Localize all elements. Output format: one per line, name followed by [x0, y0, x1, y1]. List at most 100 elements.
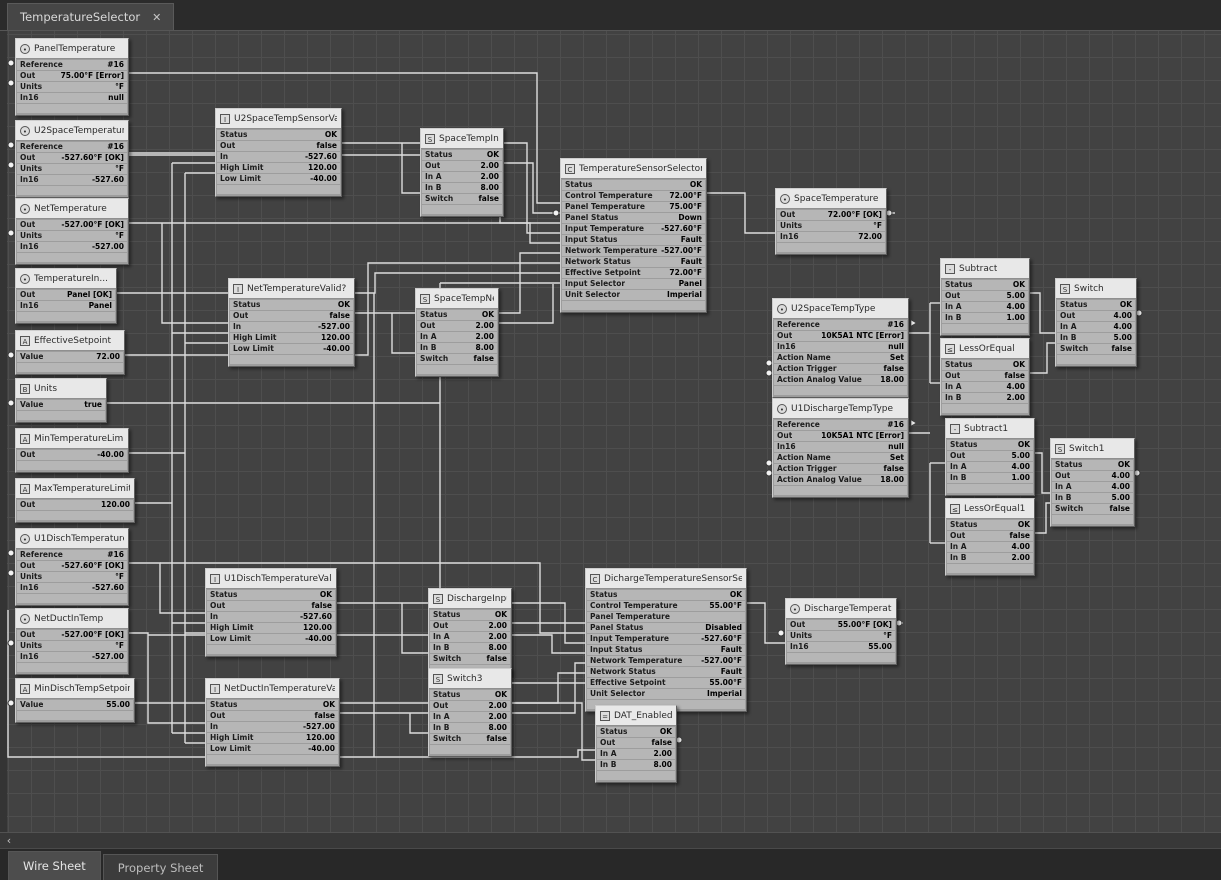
block-header[interactable]: SSpaceTempNet...: [416, 289, 498, 309]
block-max-temperature-limit[interactable]: AMaxTemperatureLimitOut120.00: [15, 478, 135, 523]
block-units[interactable]: BUnitsValuetrue: [15, 378, 107, 423]
block-space-temp-net[interactable]: SSpaceTempNet...StatusOKOut2.00In A2.00I…: [415, 288, 499, 377]
block-header[interactable]: AMinTemperatureLimit: [16, 429, 128, 449]
block-header[interactable]: CDichargeTemperatureSensorSelector: [586, 569, 746, 589]
block-header[interactable]: INetDuctInTemperatureValid?/: [206, 679, 339, 699]
block-effective-setpoint[interactable]: AEffectiveSetpointValue72.00: [15, 330, 125, 375]
block-dat-enabled[interactable]: =DAT_EnabledStatusOKOutfalseIn A2.00In B…: [595, 705, 677, 783]
block-net-temperature-valid[interactable]: INetTemperatureValid?StatusOKOutfalseIn-…: [228, 278, 355, 367]
slot-label: Units: [20, 641, 42, 651]
block-header[interactable]: IU2SpaceTempSensorValid?: [216, 109, 341, 129]
slot-row: Switchfalse: [417, 354, 497, 364]
slot-row: In A4.00: [1057, 322, 1135, 332]
slot-row: Out10K5A1 NTC [Error]: [774, 431, 907, 441]
horizontal-scrollbar[interactable]: ‹: [0, 832, 1221, 849]
block-less-or-equal[interactable]: ≤LessOrEqualStatusOKOutfalseIn A4.00In B…: [940, 338, 1030, 416]
slot-value: 5.00: [1113, 333, 1132, 343]
block-temperature-sensor-selector[interactable]: CTemperatureSensorSelectorStatusOKContro…: [560, 158, 707, 313]
slot-label: Input Temperature: [565, 224, 644, 234]
block-u2-space-temp-sensor-valid[interactable]: IU2SpaceTempSensorValid?StatusOKOutfalse…: [215, 108, 342, 197]
slot-row: Switchfalse: [430, 734, 510, 744]
slot-row: Low Limit-40.00: [230, 344, 353, 354]
slot-row: StatusOK: [417, 310, 497, 320]
block-title: U1DischTemperatureValid?: [224, 574, 332, 584]
block-net-temperature[interactable]: •NetTemperatureOut-527.00°F [OK]Units°FI…: [15, 198, 129, 265]
slot-row: In-527.60: [217, 152, 340, 162]
block-header[interactable]: •NetDuctInTemp: [16, 609, 128, 629]
block-title: U1DischargeTempType: [791, 404, 893, 414]
slot-value: 55.00°F: [709, 678, 742, 688]
block-header[interactable]: •NetTemperature: [16, 199, 128, 219]
block-temperature-in[interactable]: •TemperatureIn...OutPanel [OK]In16Panel: [15, 268, 117, 324]
slot-label: In B: [950, 553, 966, 563]
block-header[interactable]: SSpaceTempInp...: [421, 129, 503, 149]
block-header[interactable]: AMaxTemperatureLimit: [16, 479, 134, 499]
block-space-temperature[interactable]: •SpaceTemperatureOut72.00°F [OK]Units°FI…: [775, 188, 887, 255]
block-switch3[interactable]: SSwitch3StatusOKOut2.00In A2.00In B8.00S…: [428, 668, 512, 757]
block-header[interactable]: AEffectiveSetpoint: [16, 331, 124, 351]
block-space-temp-inp[interactable]: SSpaceTempInp...StatusOKOut2.00In A2.00I…: [420, 128, 504, 217]
block-header[interactable]: •TemperatureIn...: [16, 269, 116, 289]
block-header[interactable]: •U1DischTemperature: [16, 529, 128, 549]
block-header[interactable]: •U2SpaceTemperature: [16, 121, 128, 141]
block-u1-disch-temperature[interactable]: •U1DischTemperatureReference#16Out-527.6…: [15, 528, 129, 606]
block-panel-temperature[interactable]: •PanelTemperatureReference#16Out75.00°F …: [15, 38, 129, 116]
block-discharge-temperature[interactable]: •DischargeTemperatureOut55.00°F [OK]Unit…: [785, 598, 897, 665]
block-header[interactable]: -Subtract: [941, 259, 1029, 279]
block-title: U1DischTemperature: [34, 534, 124, 544]
block-net-duct-in-temperature-valid[interactable]: INetDuctInTemperatureValid?/StatusOKOutf…: [205, 678, 340, 767]
block-subtract1[interactable]: -Subtract1StatusOKOut5.00In A4.00In B1.0…: [945, 418, 1035, 496]
block-header[interactable]: INetTemperatureValid?: [229, 279, 354, 299]
slot-row: In-527.00: [230, 322, 353, 332]
block-header[interactable]: SSwitch: [1056, 279, 1136, 299]
block-header[interactable]: SSwitch1: [1051, 439, 1134, 459]
slot-label: In16: [20, 242, 39, 252]
block-header[interactable]: ≤LessOrEqual: [941, 339, 1029, 359]
block-header[interactable]: BUnits: [16, 379, 106, 399]
block-header[interactable]: SSwitch3: [429, 669, 511, 689]
block-header[interactable]: •U1DischargeTempType: [773, 399, 908, 419]
block-header[interactable]: •U2SpaceTempType: [773, 299, 908, 319]
block-footer: [17, 253, 127, 262]
tab-wire-sheet[interactable]: Wire Sheet: [8, 851, 101, 880]
block-switch1[interactable]: SSwitch1StatusOKOut4.00In A4.00In B5.00S…: [1050, 438, 1135, 527]
slot-row: Switchfalse: [430, 654, 510, 664]
slot-label: In A: [420, 332, 437, 342]
block-header[interactable]: •PanelTemperature: [16, 39, 128, 59]
slot-label: Low Limit: [210, 634, 251, 644]
block-u2-space-temp-type[interactable]: •U2SpaceTempTypeReference#16Out10K5A1 NT…: [772, 298, 909, 398]
tab-temperature-selector[interactable]: TemperatureSelector ✕: [7, 3, 174, 30]
block-header[interactable]: AMinDischTempSetpoint: [16, 679, 134, 699]
block-header[interactable]: •SpaceTemperature: [776, 189, 886, 209]
slot-row: StatusOK: [230, 300, 353, 310]
block-header[interactable]: IU1DischTemperatureValid?: [206, 569, 336, 589]
block-subtract[interactable]: -SubtractStatusOKOut5.00In A4.00In B1.00: [940, 258, 1030, 336]
slot-label: Reference: [20, 142, 63, 152]
block-less-or-equal1[interactable]: ≤LessOrEqual1StatusOKOutfalseIn A4.00In …: [945, 498, 1035, 576]
block-u1-discharge-temp-type[interactable]: •U1DischargeTempTypeReference#16Out10K5A…: [772, 398, 909, 498]
slot-label: In16: [777, 442, 796, 452]
block-header[interactable]: CTemperatureSensorSelector: [561, 159, 706, 179]
slot-value: -527.00°F [OK]: [61, 220, 124, 230]
slot-label: Switch: [433, 734, 461, 744]
block-header[interactable]: •DischargeTemperature: [786, 599, 896, 619]
scroll-left-icon[interactable]: ‹: [2, 834, 16, 847]
block-header[interactable]: =DAT_Enabled: [596, 706, 676, 726]
slot-row: Low Limit-40.00: [207, 744, 338, 754]
block-discharge-inpu[interactable]: SDischargeInpu...StatusOKOut2.00In A2.00…: [428, 588, 512, 677]
block-min-disch-temp-setpoint[interactable]: AMinDischTempSetpointValue55.00: [15, 678, 135, 723]
block-u1-disch-temperature-valid[interactable]: IU1DischTemperatureValid?StatusOKOutfals…: [205, 568, 337, 657]
block-header[interactable]: -Subtract1: [946, 419, 1034, 439]
slot-value: -527.60°F [OK]: [61, 153, 124, 163]
block-switch[interactable]: SSwitchStatusOKOut4.00In A4.00In B5.00Sw…: [1055, 278, 1137, 367]
block-net-duct-in-temp[interactable]: •NetDuctInTempOut-527.00°F [OK]Units°FIn…: [15, 608, 129, 675]
slot-label: High Limit: [210, 623, 254, 633]
block-header[interactable]: SDischargeInpu...: [429, 589, 511, 609]
slot-value: #16: [107, 60, 124, 70]
close-icon[interactable]: ✕: [152, 11, 161, 24]
block-u2-space-temperature[interactable]: •U2SpaceTemperatureReference#16Out-527.6…: [15, 120, 129, 198]
tab-property-sheet[interactable]: Property Sheet: [103, 854, 219, 880]
block-dicharge-temperature-sensor-selector[interactable]: CDichargeTemperatureSensorSelectorStatus…: [585, 568, 747, 712]
block-header[interactable]: ≤LessOrEqual1: [946, 499, 1034, 519]
block-min-temperature-limit[interactable]: AMinTemperatureLimitOut-40.00: [15, 428, 129, 473]
